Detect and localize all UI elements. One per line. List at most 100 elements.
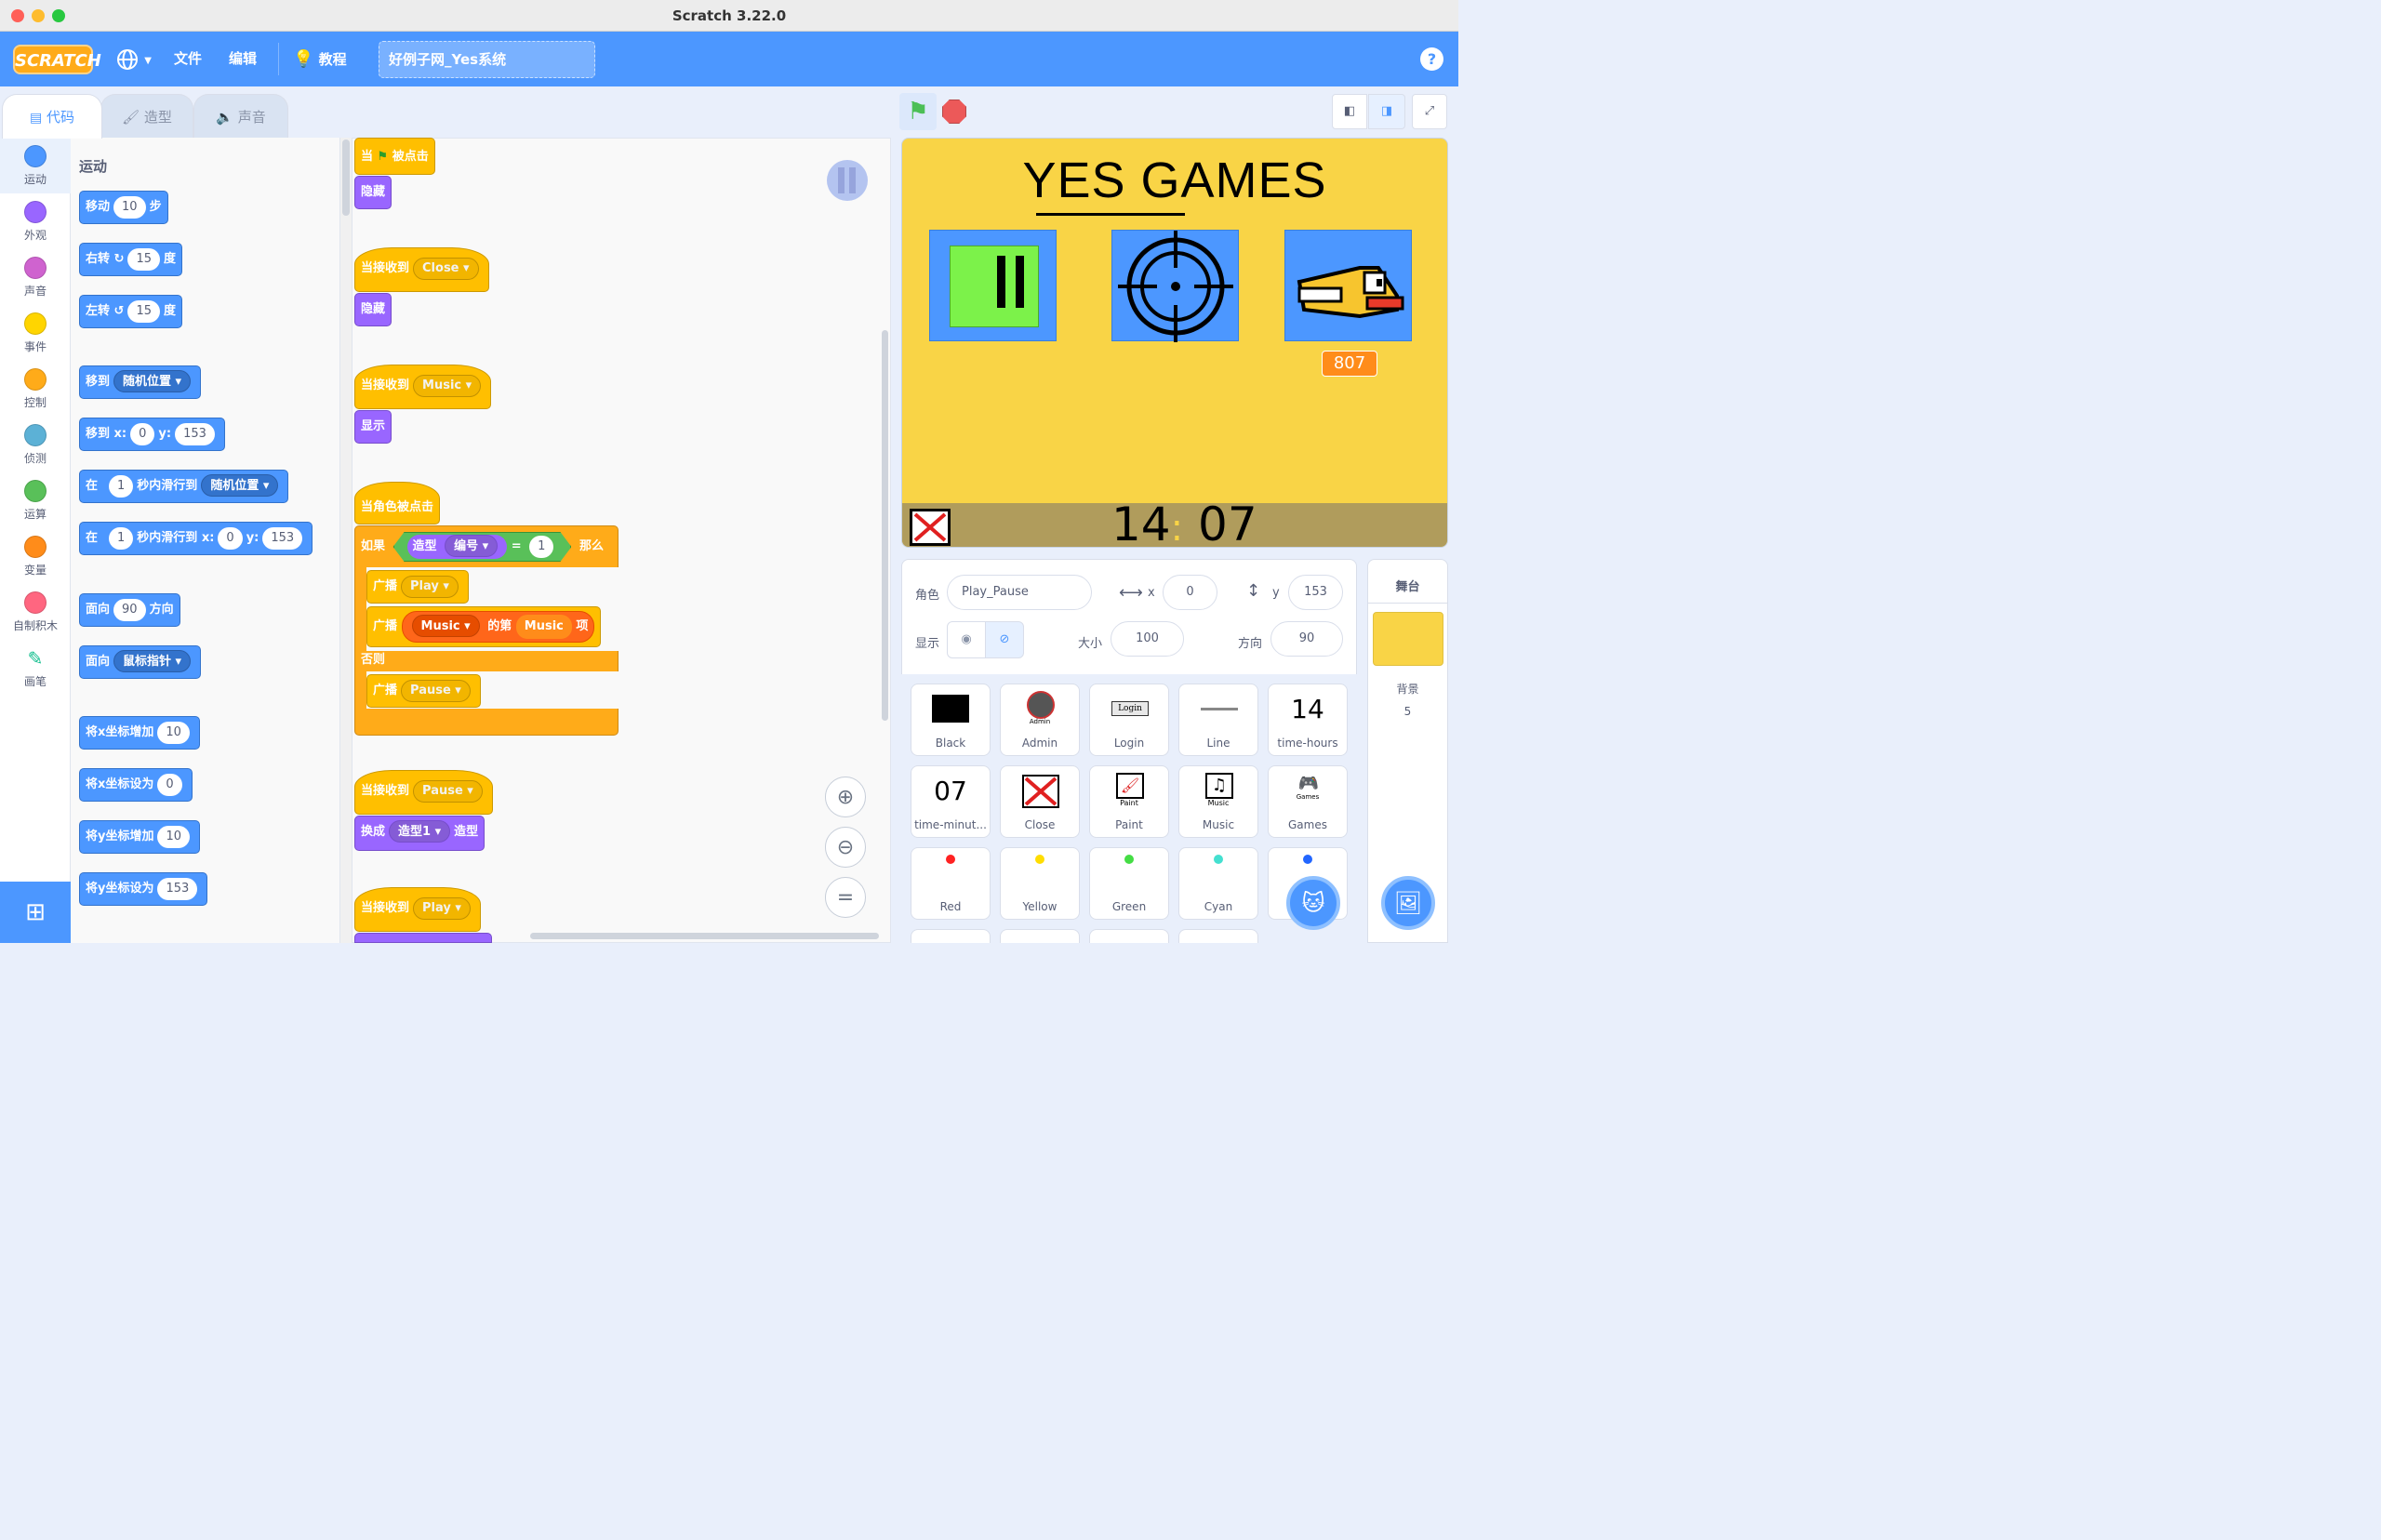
category-variables[interactable]: 变量 — [0, 528, 71, 584]
palette-scrollbar[interactable] — [342, 139, 350, 216]
direction-input[interactable]: 90 — [1270, 621, 1343, 657]
glide-xy-block[interactable]: 在 1 秒内滑行到 x: 0 y: 153 — [79, 522, 313, 555]
show-block[interactable]: 显示 — [354, 410, 392, 444]
category-sensing[interactable]: 侦测 — [0, 417, 71, 472]
show-visible-button[interactable]: ◉ — [947, 621, 986, 658]
list-dropdown[interactable]: Music ▾ — [411, 615, 480, 637]
green-flag-button[interactable]: ⚑ — [899, 93, 937, 130]
set-y-block[interactable]: 将y坐标设为 153 — [79, 872, 208, 906]
value-input[interactable]: 1 — [529, 536, 553, 558]
scratch-logo[interactable]: SCRATCH — [13, 45, 101, 74]
sprite-card[interactable]: Login Login — [1089, 684, 1169, 756]
sprite-card[interactable] — [1178, 929, 1258, 943]
x-input[interactable]: 0 — [157, 774, 182, 796]
message-dropdown[interactable]: Music ▾ — [413, 375, 482, 397]
category-looks[interactable]: 外观 — [0, 193, 71, 249]
project-title-input[interactable]: 好例子网_Yes系统 — [379, 41, 595, 78]
sprite-card[interactable]: Green — [1089, 847, 1169, 920]
broadcast-dropdown[interactable]: Play ▾ — [401, 576, 459, 598]
category-motion[interactable]: 运动 — [0, 138, 71, 193]
broadcast-play-block[interactable]: 广播 Play ▾ — [366, 570, 469, 604]
category-control[interactable]: 控制 — [0, 361, 71, 417]
turn-right-block[interactable]: 右转 ↻ 15 度 — [79, 243, 183, 276]
small-stage-button[interactable]: ◧ — [1332, 94, 1367, 129]
towards-target-dropdown[interactable]: 鼠标指针 ▾ — [113, 650, 192, 672]
sprite-card[interactable] — [1000, 929, 1080, 943]
move-steps-block[interactable]: 移动 10 步 — [79, 191, 168, 224]
broadcast-pause-block[interactable]: 广播 Pause ▾ — [366, 674, 481, 708]
sprite-card[interactable]: Black — [911, 684, 991, 756]
degrees-input[interactable]: 15 — [127, 300, 160, 323]
sprite-card[interactable] — [1089, 929, 1169, 943]
point-direction-block[interactable]: 面向 90 方向 — [79, 593, 180, 627]
broadcast-dropdown[interactable]: Pause ▾ — [401, 680, 471, 702]
switch-costume-block[interactable]: 换成 造型1 ▾ 造型 — [354, 816, 486, 851]
backdrop-thumbnail[interactable] — [1373, 612, 1443, 666]
category-sound[interactable]: 声音 — [0, 249, 71, 305]
goto-xy-block[interactable]: 移到 x: 0 y: 153 — [79, 418, 225, 451]
sprite-card[interactable]: Admin Admin — [1000, 684, 1080, 756]
stage[interactable]: YES GAMES 807 14: 07 — [901, 138, 1448, 548]
point-towards-block[interactable]: 面向 鼠标指针 ▾ — [79, 645, 202, 679]
dy-input[interactable]: 10 — [157, 826, 191, 848]
seconds-input[interactable]: 1 — [109, 475, 134, 498]
category-events[interactable]: 事件 — [0, 305, 71, 361]
stop-button[interactable] — [942, 100, 966, 124]
message-dropdown[interactable]: Pause ▾ — [413, 780, 483, 803]
tutorials-button[interactable]: 💡 教程 — [293, 32, 347, 86]
goto-target-dropdown[interactable]: 随机位置 ▾ — [113, 370, 192, 392]
tab-code[interactable]: ▤ 代码 — [2, 94, 102, 139]
choose-sprite-button[interactable]: 🐱 — [1286, 876, 1340, 930]
category-pen[interactable]: ✎ 画笔 — [0, 640, 71, 696]
change-x-block[interactable]: 将x坐标增加 10 — [79, 716, 200, 750]
language-menu[interactable]: ▼ — [115, 32, 152, 86]
sprite-card[interactable]: ♫ Music Music — [1178, 765, 1258, 838]
edit-menu[interactable]: 编辑 — [229, 32, 257, 86]
costume-prop-dropdown[interactable]: 编号 ▾ — [445, 535, 498, 557]
normal-stage-button[interactable]: ◨ — [1368, 94, 1405, 129]
sprite-card[interactable]: Close — [1000, 765, 1080, 838]
choose-backdrop-button[interactable]: 🖼 — [1381, 876, 1435, 930]
fullscreen-button[interactable]: ⤢ — [1412, 94, 1447, 129]
hide-block[interactable]: 隐藏 — [354, 293, 392, 326]
when-flag-clicked-block[interactable]: 当 ⚑ 被点击 — [354, 138, 435, 175]
turn-left-block[interactable]: 左转 ↺ 15 度 — [79, 295, 183, 328]
zoom-out-button[interactable]: ⊖ — [825, 827, 866, 868]
sprite-card[interactable]: Line — [1178, 684, 1258, 756]
zoom-reset-button[interactable]: = — [825, 877, 866, 918]
when-receive-music-block[interactable]: 当接收到 Music ▾ — [354, 365, 492, 409]
when-receive-pause-block[interactable]: 当接收到 Pause ▾ — [354, 770, 493, 815]
add-extension-button[interactable]: ⊞ — [0, 882, 71, 943]
help-icon[interactable]: ? — [1420, 47, 1443, 71]
message-dropdown[interactable]: Close ▾ — [413, 258, 479, 280]
category-myblocks[interactable]: 自制积木 — [0, 584, 71, 640]
zoom-in-button[interactable]: ⊕ — [825, 777, 866, 817]
list-item-reporter[interactable]: Music ▾ 的第 Music 项 — [401, 611, 595, 643]
flappy-game-tile[interactable] — [1284, 230, 1412, 341]
x-input[interactable]: 0 — [218, 527, 243, 550]
show-hidden-button[interactable]: ⊘ — [985, 621, 1024, 658]
tab-costumes[interactable]: 🖌 造型 — [100, 94, 193, 139]
change-y-block[interactable]: 将y坐标增加 10 — [79, 820, 201, 854]
tab-sounds[interactable]: 🔈 声音 — [193, 94, 288, 139]
glide-target-dropdown[interactable]: 随机位置 ▾ — [201, 474, 279, 497]
glide-random-block[interactable]: 在 1 秒内滑行到 随机位置 ▾ — [79, 470, 289, 503]
sprite-name-input[interactable]: Play_Pause — [947, 575, 1092, 610]
sprite-card[interactable]: Yellow — [1000, 847, 1080, 920]
message-dropdown[interactable]: Play ▾ — [413, 897, 471, 920]
sprite-card[interactable]: 07 time-minut... — [911, 765, 991, 838]
sprite-card[interactable] — [911, 929, 991, 943]
next-block-partial[interactable] — [354, 933, 492, 943]
direction-input[interactable]: 90 — [113, 599, 146, 621]
y-input[interactable]: 153 — [175, 423, 215, 445]
close-button[interactable] — [910, 509, 951, 546]
size-input[interactable]: 100 — [1111, 621, 1184, 657]
sprite-card[interactable]: 14 time-hours — [1268, 684, 1348, 756]
x-input[interactable]: 0 — [130, 423, 155, 445]
y-input[interactable]: 153 — [1288, 575, 1343, 610]
steps-input[interactable]: 10 — [113, 196, 146, 219]
seconds-input[interactable]: 1 — [109, 527, 134, 550]
sprite-card[interactable]: Red — [911, 847, 991, 920]
index-reporter[interactable]: Music — [515, 615, 572, 639]
dx-input[interactable]: 10 — [157, 722, 190, 744]
